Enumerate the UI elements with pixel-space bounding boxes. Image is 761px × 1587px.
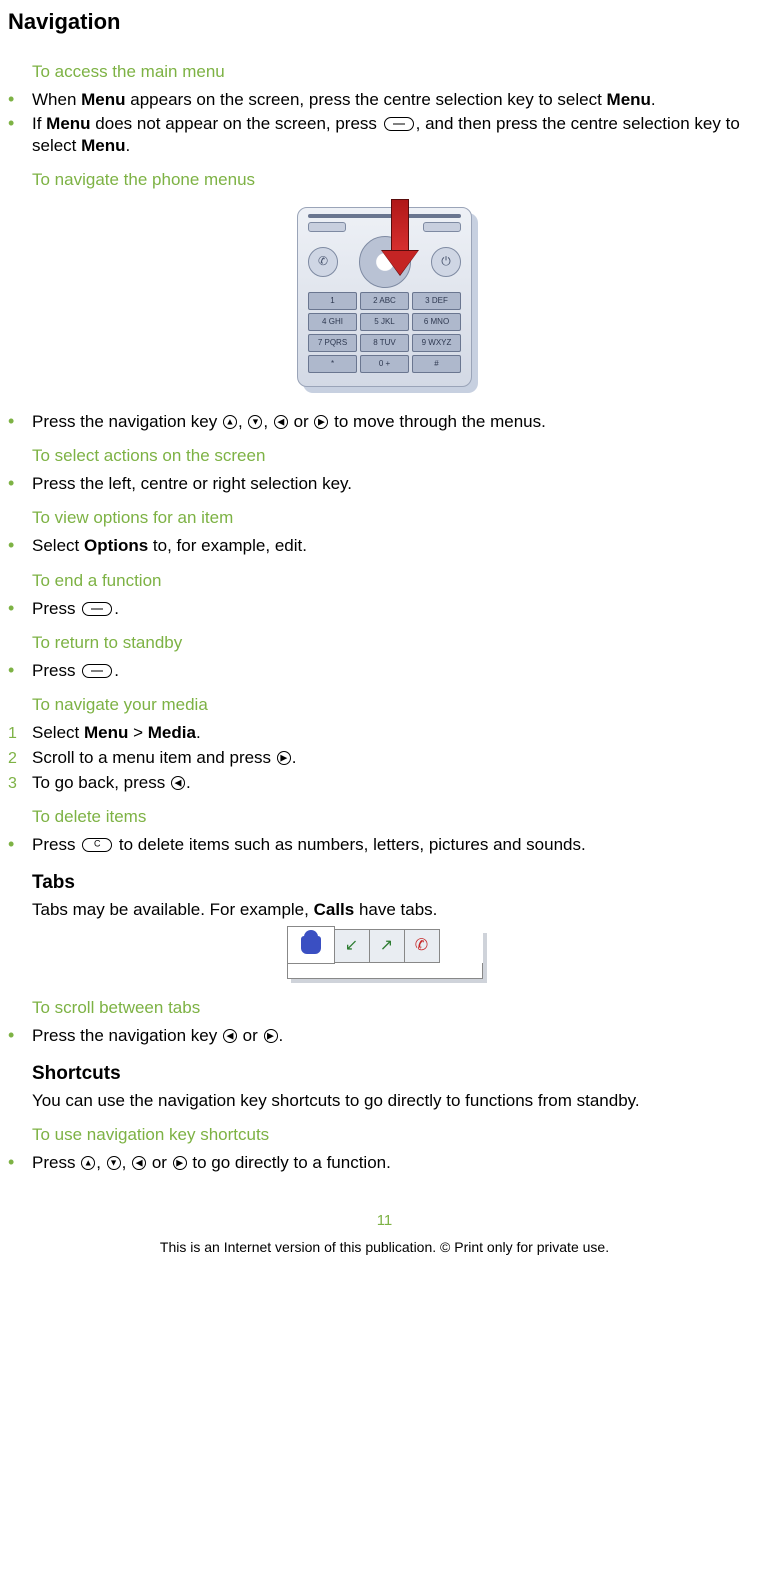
body-text: Press . xyxy=(32,598,761,620)
tab-dialed-icon: ↗ xyxy=(369,929,405,963)
body-text: Press C to delete items such as numbers,… xyxy=(32,834,761,856)
body-text: Press the left, centre or right selectio… xyxy=(32,473,761,495)
right-softkey-icon xyxy=(423,222,461,232)
bullet-icon: • xyxy=(8,412,32,430)
page-title: Navigation xyxy=(8,8,761,37)
left-softkey-icon xyxy=(308,222,346,232)
step-number: 2 xyxy=(8,749,32,770)
keypad: 1 2 ABC 3 DEF 4 GHI 5 JKL 6 MNO 7 PQRS 8… xyxy=(308,292,461,373)
nav-left-icon: ◀ xyxy=(132,1156,146,1170)
body-text: You can use the navigation key shortcuts… xyxy=(32,1090,761,1112)
nav-up-icon: ▲ xyxy=(81,1156,95,1170)
body-text: Select Menu > Media. xyxy=(32,722,761,744)
bullet-icon: • xyxy=(8,1153,32,1171)
numkey: # xyxy=(412,355,461,373)
heading-select-actions: To select actions on the screen xyxy=(32,445,761,467)
body-text: Press ▲, ▼, ◀ or ▶ to go directly to a f… xyxy=(32,1152,761,1174)
heading-end-function: To end a function xyxy=(32,570,761,592)
nav-right-icon: ▶ xyxy=(264,1029,278,1043)
end-key-icon xyxy=(384,117,414,131)
bullet-icon: • xyxy=(8,474,32,492)
numkey: 7 PQRS xyxy=(308,334,357,352)
call-key-icon: ✆ xyxy=(308,247,338,277)
heading-navigate-menus: To navigate the phone menus xyxy=(32,169,761,191)
nav-left-icon: ◀ xyxy=(274,415,288,429)
numkey: 4 GHI xyxy=(308,313,357,331)
heading-scroll-tabs: To scroll between tabs xyxy=(32,997,761,1019)
footer-note: This is an Internet version of this publ… xyxy=(8,1238,761,1256)
end-key-icon xyxy=(82,602,112,616)
nav-left-icon: ◀ xyxy=(171,776,185,790)
body-text: Press the navigation key ◀ or ▶. xyxy=(32,1025,761,1047)
end-key-icon xyxy=(82,664,112,678)
heading-return-standby: To return to standby xyxy=(32,632,761,654)
step-number: 3 xyxy=(8,774,32,795)
tabs-illustration: ↙ ↗ ✆ xyxy=(8,929,761,983)
tab-answered-icon: ↙ xyxy=(334,929,370,963)
tab-all-calls-icon xyxy=(287,926,335,964)
nav-right-icon: ▶ xyxy=(173,1156,187,1170)
nav-up-icon: ▲ xyxy=(223,415,237,429)
heading-access-main-menu: To access the main menu xyxy=(32,61,761,83)
end-key-icon: ⏻ xyxy=(431,247,461,277)
body-text: Press . xyxy=(32,660,761,682)
subheading-shortcuts: Shortcuts xyxy=(32,1062,761,1087)
nav-left-icon: ◀ xyxy=(223,1029,237,1043)
bullet-icon: • xyxy=(8,835,32,853)
numkey: 1 xyxy=(308,292,357,310)
bullet-icon: • xyxy=(8,90,32,108)
phone-illustration: ✆ ⏻ 1 2 ABC 3 DEF 4 GHI 5 JKL 6 MNO 7 PQ… xyxy=(8,207,761,387)
body-text: Press the navigation key ▲, ▼, ◀ or ▶ to… xyxy=(32,411,761,433)
subheading-tabs: Tabs xyxy=(32,871,761,896)
bullet-icon: • xyxy=(8,599,32,617)
numkey: * xyxy=(308,355,357,373)
numkey: 5 JKL xyxy=(360,313,409,331)
heading-delete-items: To delete items xyxy=(32,806,761,828)
heading-use-shortcuts: To use navigation key shortcuts xyxy=(32,1124,761,1146)
nav-right-icon: ▶ xyxy=(314,415,328,429)
clear-key-icon: C xyxy=(82,838,112,852)
bullet-icon: • xyxy=(8,661,32,679)
page-number: 11 xyxy=(8,1211,761,1231)
heading-view-options: To view options for an item xyxy=(32,507,761,529)
navigation-dpad-icon xyxy=(359,236,411,288)
heading-navigate-media: To navigate your media xyxy=(32,694,761,716)
body-text: To go back, press ◀. xyxy=(32,772,761,794)
nav-right-icon: ▶ xyxy=(277,751,291,765)
body-text: Scroll to a menu item and press ▶. xyxy=(32,747,761,769)
body-text: If Menu does not appear on the screen, p… xyxy=(32,113,761,157)
numkey: 3 DEF xyxy=(412,292,461,310)
bullet-icon: • xyxy=(8,536,32,554)
numkey: 8 TUV xyxy=(360,334,409,352)
nav-down-icon: ▼ xyxy=(107,1156,121,1170)
tab-missed-icon: ✆ xyxy=(404,929,440,963)
numkey: 6 MNO xyxy=(412,313,461,331)
numkey: 0 + xyxy=(360,355,409,373)
numkey: 2 ABC xyxy=(360,292,409,310)
bullet-icon: • xyxy=(8,1026,32,1044)
numkey: 9 WXYZ xyxy=(412,334,461,352)
bullet-icon: • xyxy=(8,114,32,132)
body-text: When Menu appears on the screen, press t… xyxy=(32,89,761,111)
step-number: 1 xyxy=(8,724,32,745)
body-text: Tabs may be available. For example, Call… xyxy=(32,899,761,921)
body-text: Select Options to, for example, edit. xyxy=(32,535,761,557)
nav-down-icon: ▼ xyxy=(248,415,262,429)
